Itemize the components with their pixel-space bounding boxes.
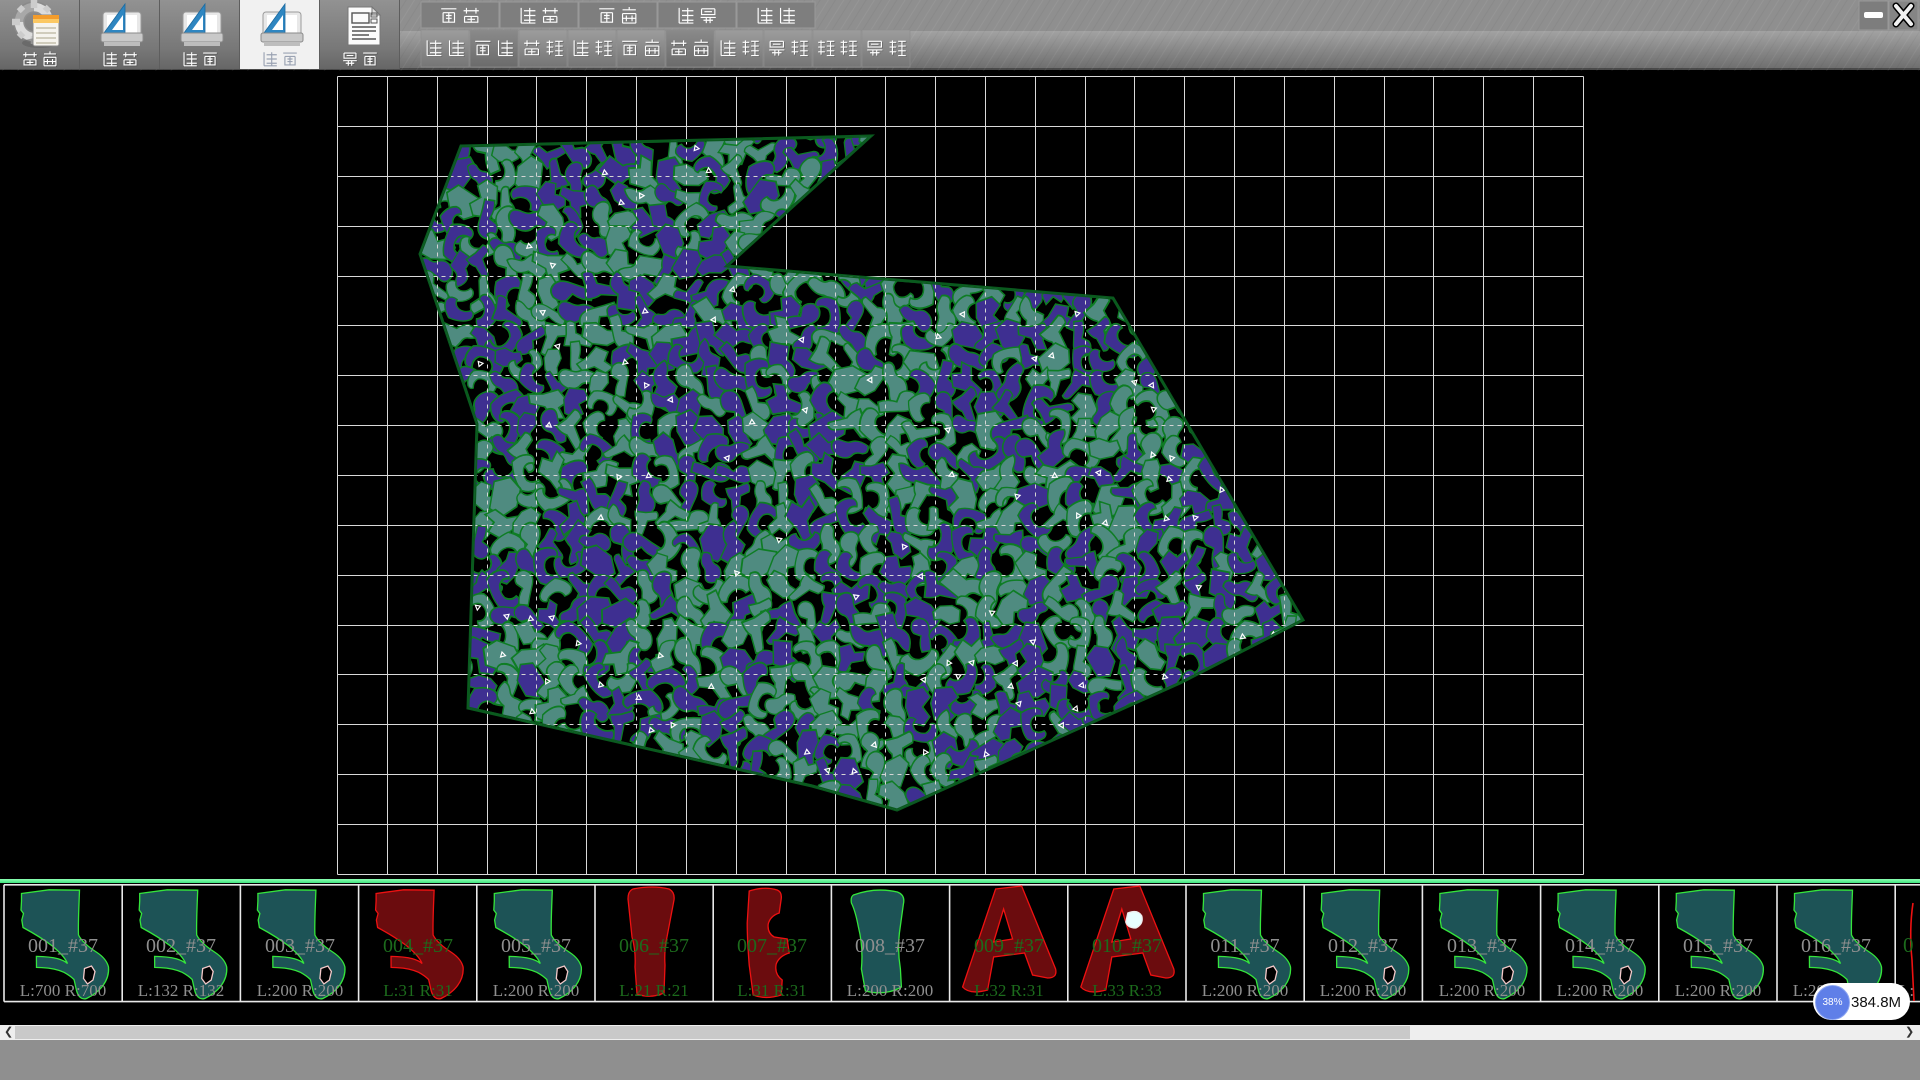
svg-text:L:21 R:21: L:21 R:21 bbox=[619, 981, 688, 1000]
svg-text:015_#37: 015_#37 bbox=[1683, 935, 1753, 957]
svg-text:011_#37: 011_#37 bbox=[1210, 935, 1279, 957]
svg-text:L:32 R:31: L:32 R:31 bbox=[974, 981, 1043, 1000]
svg-text:016_#37: 016_#37 bbox=[1801, 935, 1871, 957]
svg-text:004_#37: 004_#37 bbox=[383, 935, 453, 957]
svg-text:006_#37: 006_#37 bbox=[619, 935, 689, 957]
svg-text:012_#37: 012_#37 bbox=[1328, 935, 1398, 957]
svg-text:L:200 R:200: L:200 R:200 bbox=[1439, 981, 1525, 1000]
svg-text:L:700 R:700: L:700 R:700 bbox=[20, 981, 106, 1000]
svg-text:L:200 R:200: L:200 R:200 bbox=[493, 981, 579, 1000]
svg-text:L:132 R:132: L:132 R:132 bbox=[138, 981, 224, 1000]
svg-text:013_#37: 013_#37 bbox=[1447, 935, 1517, 957]
svg-text:014_#37: 014_#37 bbox=[1565, 935, 1635, 957]
svg-text:003_#37: 003_#37 bbox=[265, 935, 335, 957]
svg-text:L:200 R:200: L:200 R:200 bbox=[1675, 981, 1761, 1000]
svg-text:005_#37: 005_#37 bbox=[501, 935, 571, 957]
svg-text:L:200 R:200: L:200 R:200 bbox=[257, 981, 343, 1000]
svg-text:L:200 R:200: L:200 R:200 bbox=[847, 981, 933, 1000]
svg-text:002_#37: 002_#37 bbox=[146, 935, 216, 957]
svg-text:L:200 R:200: L:200 R:200 bbox=[1557, 981, 1643, 1000]
svg-text:L:31 R:31: L:31 R:31 bbox=[737, 981, 806, 1000]
svg-text:008_#37: 008_#37 bbox=[855, 935, 925, 957]
svg-text:007_#37: 007_#37 bbox=[737, 935, 807, 957]
svg-text:L:31 R:31: L:31 R:31 bbox=[383, 981, 452, 1000]
svg-text:L:200 R:200: L:200 R:200 bbox=[1202, 981, 1288, 1000]
svg-text:L:200 R:200: L:200 R:200 bbox=[1320, 981, 1406, 1000]
svg-text:0: 0 bbox=[1903, 933, 1914, 957]
svg-text:001_#37: 001_#37 bbox=[28, 935, 98, 957]
svg-text:009_#37: 009_#37 bbox=[974, 935, 1044, 957]
svg-text:010_#37: 010_#37 bbox=[1092, 935, 1162, 957]
svg-text:L:33 R:33: L:33 R:33 bbox=[1092, 981, 1161, 1000]
